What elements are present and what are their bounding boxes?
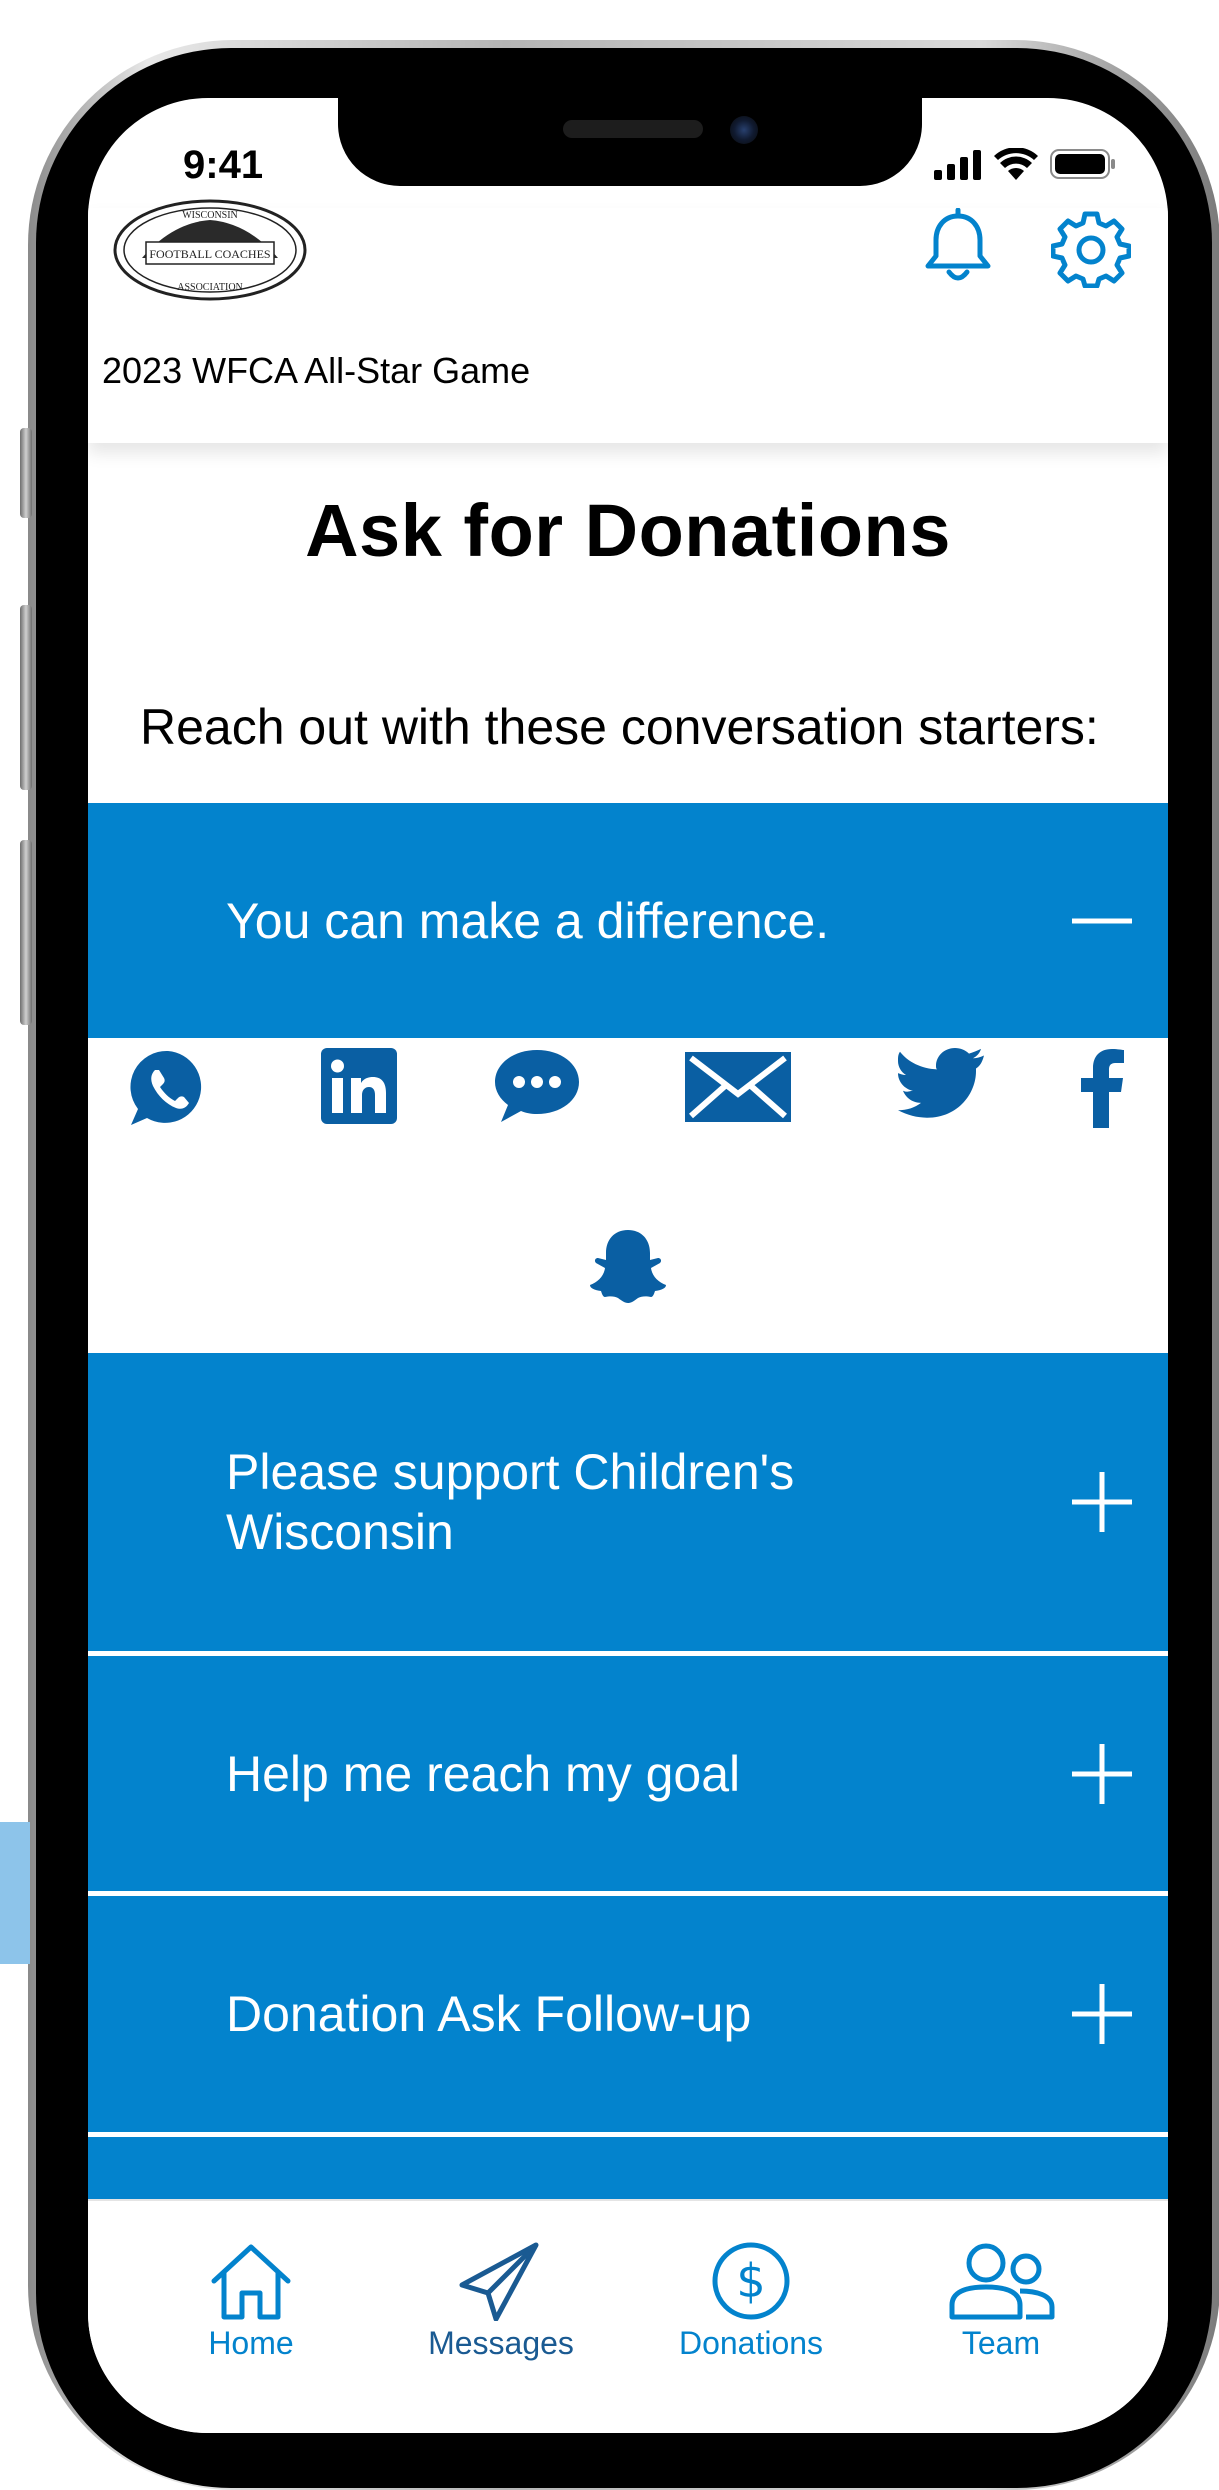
snapchat-icon[interactable]	[588, 1228, 668, 1304]
accordion-follow-up[interactable]: Donation Ask Follow-up	[88, 1896, 1168, 2132]
accordion-support-childrens[interactable]: Please support Children's Wisconsin	[88, 1353, 1168, 1651]
home-icon	[211, 2244, 291, 2320]
wfca-logo: WISCONSIN FOOTBALL COACHES ASSOCIATION	[112, 198, 308, 307]
facebook-icon[interactable]	[1081, 1046, 1125, 1128]
nav-messages[interactable]: Messages	[401, 2241, 601, 2362]
gear-icon[interactable]	[1051, 208, 1131, 288]
accordion-make-difference[interactable]: You can make a difference.	[88, 803, 1168, 1038]
bell-icon[interactable]	[918, 208, 998, 288]
nav-donations[interactable]: $ Donations	[651, 2241, 851, 2362]
volume-up-button	[20, 605, 32, 790]
logo-text-middle: FOOTBALL COACHES	[149, 247, 270, 261]
status-icons	[934, 148, 1116, 180]
dollar-icon: $	[712, 2242, 790, 2320]
nav-label: Messages	[428, 2325, 574, 2361]
volume-down-button	[20, 840, 32, 1025]
side-tab	[0, 1822, 30, 1964]
email-icon[interactable]	[685, 1052, 791, 1122]
accordion-label: Please support Children's Wisconsin	[226, 1444, 795, 1560]
plus-icon[interactable]	[1070, 1742, 1134, 1806]
status-time: 9:41	[183, 143, 264, 187]
twitter-icon[interactable]	[898, 1048, 984, 1118]
whatsapp-icon[interactable]	[128, 1048, 208, 1128]
nav-label: Donations	[678, 2325, 824, 2361]
logo-text-bottom: ASSOCIATION	[177, 282, 243, 293]
share-options	[88, 1038, 1168, 1158]
logo-text-top: WISCONSIN	[182, 210, 238, 221]
event-title: 2023 WFCA All-Star Game	[102, 350, 531, 391]
nav-team[interactable]: Team	[901, 2241, 1101, 2362]
linkedin-icon[interactable]	[321, 1048, 397, 1124]
battery-icon	[1050, 149, 1115, 179]
screen: 9:41 WISCONSIN FOOTBALL COACHES ASSOCIAT…	[88, 98, 1168, 2433]
notch	[338, 98, 922, 186]
mute-switch	[20, 428, 32, 518]
signal-icon	[934, 150, 981, 180]
page-subtitle: Reach out with these conversation starte…	[140, 699, 1099, 755]
minus-icon[interactable]	[1070, 889, 1134, 953]
nav-label: Home	[208, 2325, 294, 2361]
accordion-reach-goal[interactable]: Help me reach my goal	[88, 1656, 1168, 1891]
plus-icon[interactable]	[1070, 1470, 1134, 1534]
nav-home[interactable]: Home	[151, 2241, 351, 2362]
nav-label: Team	[961, 2325, 1041, 2361]
svg-text:$: $	[736, 2254, 765, 2308]
accordion-label: Donation Ask Follow-up	[226, 1986, 752, 2042]
paper-plane-icon	[459, 2242, 539, 2321]
plus-icon[interactable]	[1070, 1982, 1134, 2046]
accordion-label: You can make a difference.	[226, 892, 830, 949]
sms-icon[interactable]	[493, 1046, 581, 1126]
wifi-icon	[994, 148, 1038, 180]
people-icon	[949, 2243, 1055, 2320]
bottom-nav: Home Messages $ Donations Team	[88, 2199, 1168, 2433]
front-camera	[730, 116, 758, 144]
speaker	[563, 120, 703, 138]
accordion-label: Help me reach my goal	[226, 1745, 741, 1802]
page-title: Ask for Donations	[305, 489, 951, 572]
